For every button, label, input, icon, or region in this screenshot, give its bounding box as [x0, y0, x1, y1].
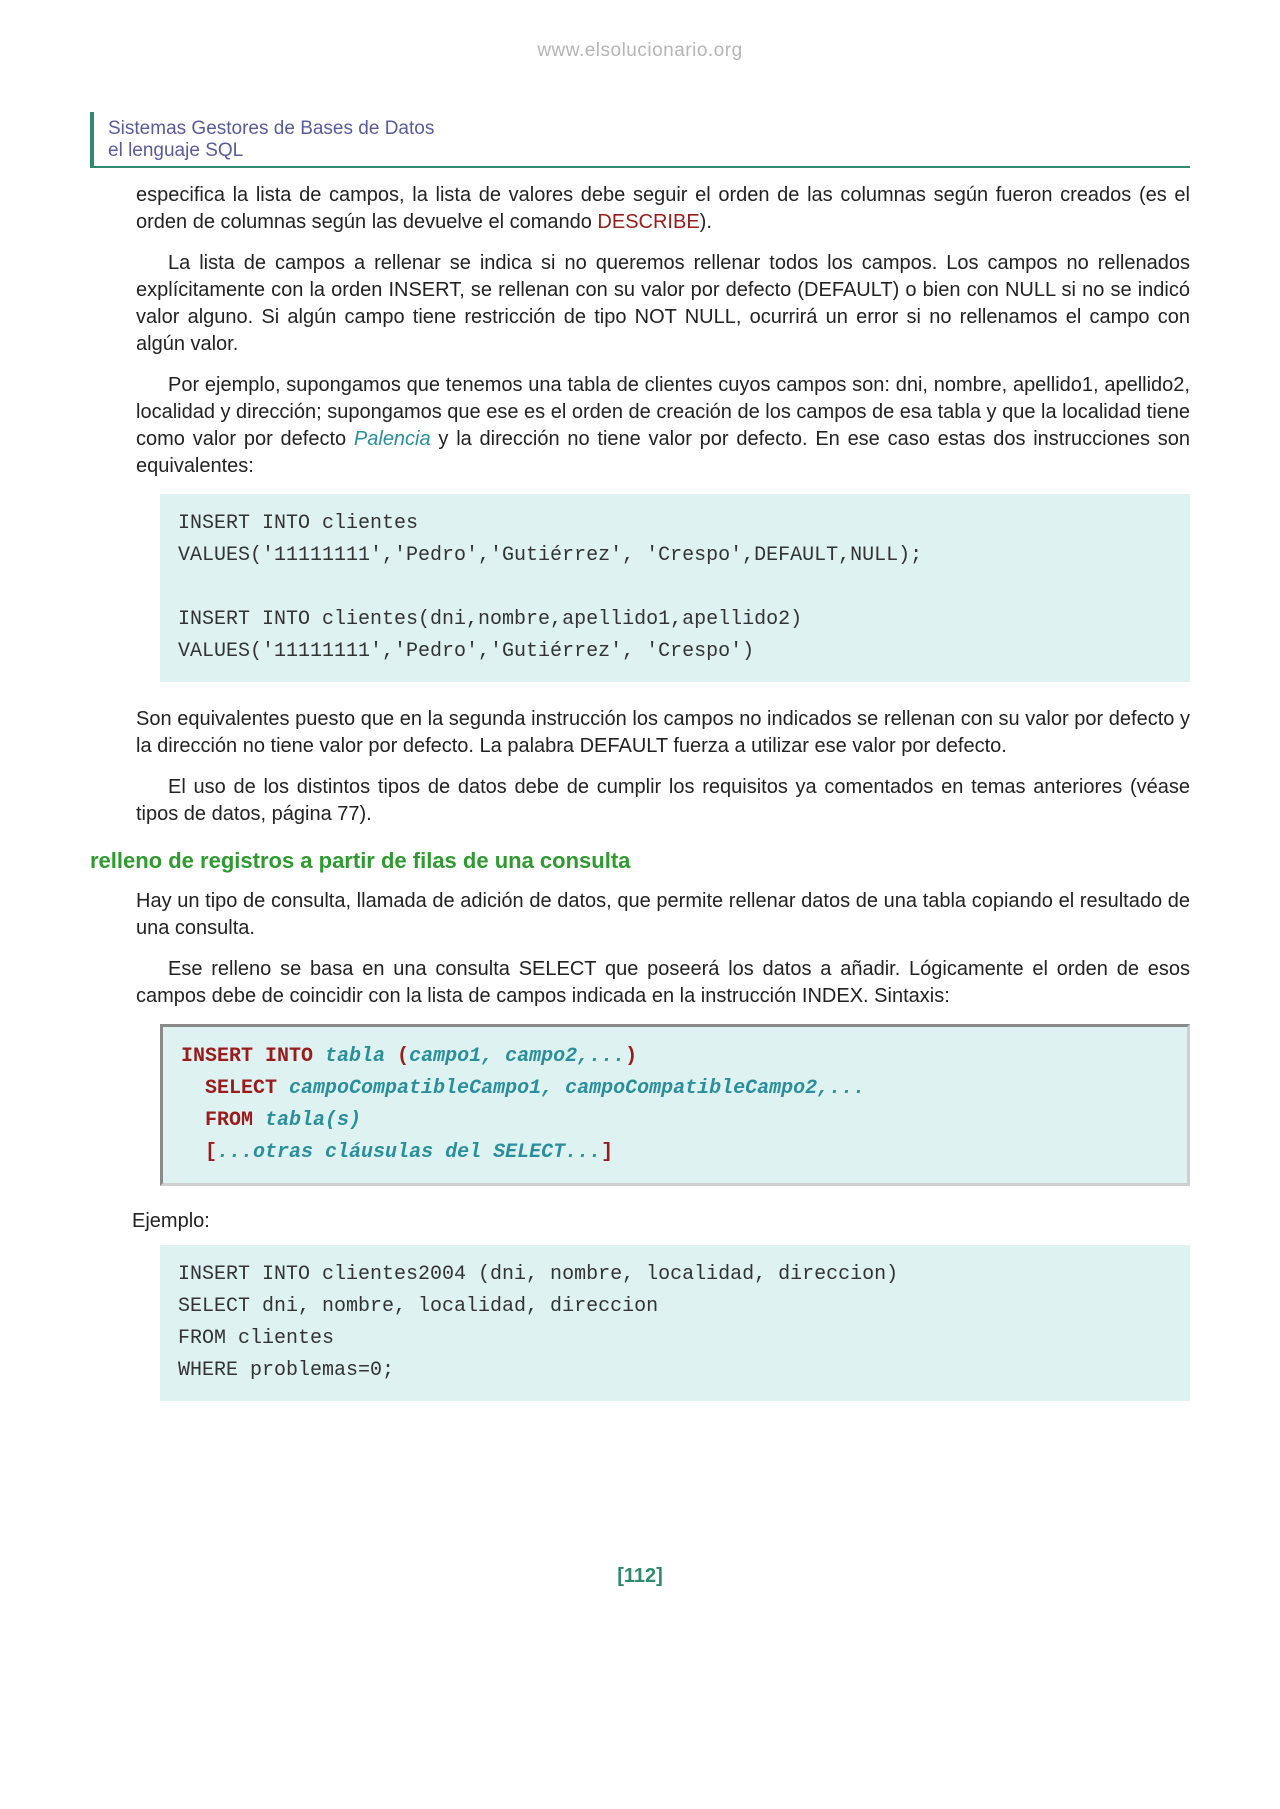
watermark-url: www.elsolucionario.org [90, 40, 1190, 112]
paragraph-5: El uso de los distintos tipos de datos d… [136, 774, 1190, 828]
page-number: [112] [90, 1425, 1190, 1588]
page-header: Sistemas Gestores de Bases de Datos el l… [90, 112, 1190, 168]
header-title-2: el lenguaje SQL [108, 140, 1190, 162]
paragraph-3: Por ejemplo, supongamos que tenemos una … [136, 372, 1190, 480]
header-title-1: Sistemas Gestores de Bases de Datos [108, 118, 1190, 140]
keyword-palencia: Palencia [354, 428, 431, 450]
paragraph-1: especifica la lista de campos, la lista … [136, 182, 1190, 236]
syntax-block: INSERT INTO tabla (campo1, campo2,...) S… [160, 1024, 1190, 1186]
section-heading: relleno de registros a partir de filas d… [90, 848, 1190, 874]
paragraph-2: La lista de campos a rellenar se indica … [136, 250, 1190, 358]
text: ). [700, 211, 712, 233]
kw-insert-into: INSERT INTO [181, 1045, 313, 1068]
punct-open: ( [397, 1045, 409, 1068]
code-example-2: INSERT INTO clientes2004 (dni, nombre, l… [160, 1245, 1190, 1401]
punct-bracket-close: ] [601, 1141, 613, 1164]
syntax-select-fields: campoCompatibleCampo1, campoCompatibleCa… [277, 1077, 865, 1100]
paragraph-6: Hay un tipo de consulta, llamada de adic… [136, 888, 1190, 942]
syntax-from-tables: tabla(s) [253, 1109, 361, 1132]
keyword-describe: DESCRIBE [597, 211, 699, 233]
paragraph-7: Ese relleno se basa en una consulta SELE… [136, 956, 1190, 1010]
code-example-1: INSERT INTO clientes VALUES('11111111','… [160, 494, 1190, 682]
syntax-other-clauses: ...otras cláusulas del SELECT... [217, 1141, 601, 1164]
paragraph-4: Son equivalentes puesto que en la segund… [136, 706, 1190, 760]
kw-from: FROM [205, 1109, 253, 1132]
example-label: Ejemplo: [132, 1210, 1190, 1233]
document-page: www.elsolucionario.org Sistemas Gestores… [0, 0, 1280, 1648]
syntax-tabla: tabla [313, 1045, 397, 1068]
page-content: especifica la lista de campos, la lista … [90, 182, 1190, 1401]
kw-select: SELECT [205, 1077, 277, 1100]
punct-bracket-open: [ [205, 1141, 217, 1164]
punct-close: ) [625, 1045, 637, 1068]
syntax-campos: campo1, campo2,... [409, 1045, 625, 1068]
